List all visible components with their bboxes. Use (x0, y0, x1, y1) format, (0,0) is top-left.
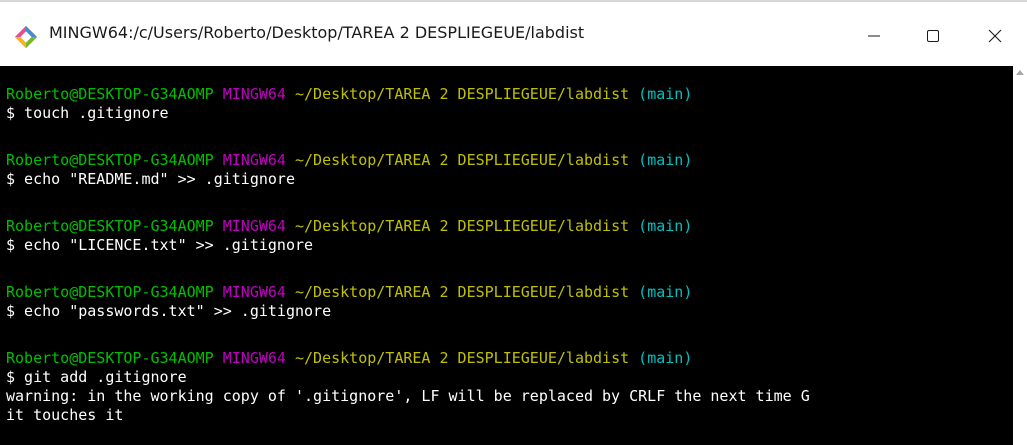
prompt-system: MINGW64 (222, 151, 286, 169)
prompt-system: MINGW64 (222, 85, 286, 103)
prompt-system: MINGW64 (222, 349, 286, 367)
prompt-path: ~/Desktop/TAREA 2 DESPLIEGEUE/labdist (295, 283, 630, 301)
output-line: warning: in the working copy of '.gitign… (6, 387, 810, 405)
window-title: MINGW64:/c/Users/Roberto/Desktop/TAREA 2… (49, 23, 585, 42)
title-bar[interactable]: MINGW64:/c/Users/Roberto/Desktop/TAREA 2… (0, 0, 1027, 66)
prompt-system: MINGW64 (222, 217, 286, 235)
command-line: $ git add .gitignore (6, 368, 187, 386)
maximize-button[interactable] (910, 16, 956, 56)
prompt-user: Roberto@DESKTOP-G34AOMP (6, 151, 214, 169)
minimize-button[interactable] (851, 16, 897, 56)
git-bash-icon (15, 26, 37, 48)
close-button[interactable] (972, 16, 1018, 56)
prompt-path: ~/Desktop/TAREA 2 DESPLIEGEUE/labdist (295, 151, 630, 169)
prompt-user: Roberto@DESKTOP-G34AOMP (6, 283, 214, 301)
command-line: $ touch .gitignore (6, 104, 169, 122)
prompt-branch: (main) (638, 151, 693, 169)
output-line: it touches it (6, 406, 124, 424)
prompt-user: Roberto@DESKTOP-G34AOMP (6, 217, 214, 235)
maximize-icon (927, 30, 939, 42)
prompt-branch: (main) (638, 349, 693, 367)
prompt-branch: (main) (638, 283, 693, 301)
prompt-user: Roberto@DESKTOP-G34AOMP (6, 349, 214, 367)
prompt-path: ~/Desktop/TAREA 2 DESPLIEGEUE/labdist (295, 349, 630, 367)
close-icon (988, 29, 1002, 43)
command-line: $ echo "passwords.txt" >> .gitignore (6, 302, 332, 320)
prompt-line: Roberto@DESKTOP-G34AOMP MINGW64 ~/Deskto… (6, 217, 692, 236)
prompt-line: Roberto@DESKTOP-G34AOMP MINGW64 ~/Deskto… (6, 85, 692, 104)
terminal-window: MINGW64:/c/Users/Roberto/Desktop/TAREA 2… (0, 0, 1027, 445)
prompt-path: ~/Desktop/TAREA 2 DESPLIEGEUE/labdist (295, 217, 630, 235)
prompt-path: ~/Desktop/TAREA 2 DESPLIEGEUE/labdist (295, 85, 630, 103)
command-line: $ echo "README.md" >> .gitignore (6, 170, 295, 188)
terminal-output[interactable]: Roberto@DESKTOP-G34AOMP MINGW64 ~/Deskto… (0, 66, 1013, 445)
scroll-up-arrow-icon[interactable] (1016, 70, 1024, 75)
prompt-branch: (main) (638, 217, 693, 235)
prompt-system: MINGW64 (222, 283, 286, 301)
prompt-line: Roberto@DESKTOP-G34AOMP MINGW64 ~/Deskto… (6, 349, 692, 368)
prompt-line: Roberto@DESKTOP-G34AOMP MINGW64 ~/Deskto… (6, 283, 692, 302)
prompt-user: Roberto@DESKTOP-G34AOMP (6, 85, 214, 103)
prompt-branch: (main) (638, 85, 693, 103)
vertical-scrollbar[interactable] (1013, 66, 1027, 445)
command-line: $ echo "LICENCE.txt" >> .gitignore (6, 236, 314, 254)
prompt-line: Roberto@DESKTOP-G34AOMP MINGW64 ~/Deskto… (6, 151, 692, 170)
minimize-icon (868, 35, 880, 37)
